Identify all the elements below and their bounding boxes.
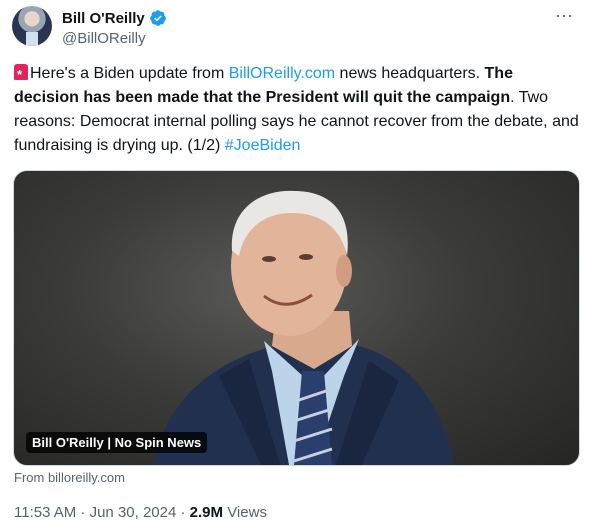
tweet-text-part: Here's a Biden update from	[30, 65, 229, 82]
tweet-card[interactable]: Bill O'Reilly @BillOReilly ⋯ Here's a Bi…	[0, 0, 596, 532]
tweet-text-part: news headquarters.	[335, 65, 485, 82]
views-label: Views	[223, 504, 267, 521]
portrait-image	[154, 190, 454, 465]
verified-badge-icon[interactable]	[149, 9, 167, 27]
hashtag-link[interactable]: #JoeBiden	[225, 137, 301, 154]
more-options-icon[interactable]: ⋯	[555, 6, 574, 26]
author-handle[interactable]: @BillOReilly	[62, 30, 146, 47]
views-count[interactable]: 2.9M	[190, 504, 223, 521]
author-avatar[interactable]	[12, 6, 52, 46]
tweet-link[interactable]: BillOReilly.com	[229, 65, 335, 82]
link-source[interactable]: From billoreilly.com	[14, 470, 125, 485]
author-name-row: Bill O'Reilly	[62, 9, 167, 27]
siren-emoji-icon	[14, 63, 28, 87]
card-image-caption: Bill O'Reilly | No Spin News	[26, 432, 208, 453]
tweet-meta: 11:53 AM · Jun 30, 2024 · 2.9M Views	[14, 504, 267, 521]
link-card-image[interactable]: Bill O'Reilly | No Spin News	[13, 170, 580, 466]
timestamp[interactable]: 11:53 AM · Jun 30, 2024 ·	[14, 504, 190, 521]
author-display-name[interactable]: Bill O'Reilly	[62, 10, 145, 27]
tweet-text: Here's a Biden update from BillOReilly.c…	[14, 62, 580, 158]
